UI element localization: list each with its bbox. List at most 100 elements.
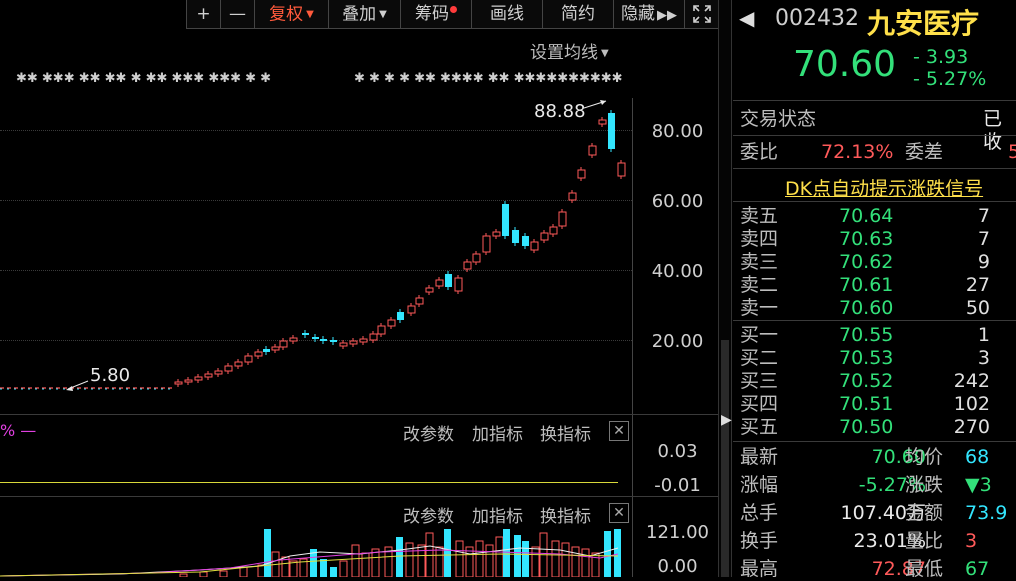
level-price: 70.60 [839, 297, 894, 319]
notification-dot-icon [450, 6, 457, 13]
level-volume: 9 [977, 251, 990, 273]
stat-value: 67 [965, 558, 990, 580]
zoom-out-button[interactable]: — [220, 0, 254, 29]
volume-chart [0, 529, 621, 577]
y-tick-label: 0.00 [657, 556, 698, 577]
level-label: 买一 [740, 324, 779, 346]
candle-body [204, 373, 213, 378]
weibi-value: 72.13% [821, 141, 894, 163]
divider [733, 201, 1016, 202]
level-label: 买四 [740, 393, 779, 415]
stat-value: 73.9 [965, 502, 1008, 524]
stat-row: 最高 72.87 最低 67 [733, 558, 1016, 581]
add-indicator-link[interactable]: 加指标 [472, 502, 523, 527]
sell-level-row[interactable]: 卖四 70.63 7 [733, 228, 1016, 251]
sell-level-row[interactable]: 卖二 70.61 27 [733, 274, 1016, 297]
level-price: 70.51 [839, 393, 894, 415]
stat-label: 金额 [905, 502, 944, 524]
candle-body [271, 346, 280, 351]
volume-bar [289, 560, 298, 577]
level-label: 卖四 [740, 228, 779, 250]
indicator-1-legend: % — [0, 421, 37, 440]
add-indicator-link[interactable]: 加指标 [472, 420, 523, 445]
candle-body [194, 376, 203, 381]
candle-body [435, 279, 444, 287]
back-arrow-icon[interactable]: ◀ [739, 6, 754, 30]
sell-level-row[interactable]: 卖三 70.62 9 [733, 251, 1016, 274]
volume-bar [371, 548, 380, 577]
stat-row: 换手 23.01% 量比 3 [733, 530, 1016, 553]
switch-indicator-link[interactable]: 换指标 [540, 502, 591, 527]
quote-panel: ◀ 002432 九安医疗 70.60 - 3.93 - 5.27% 交易状态 … [733, 0, 1016, 580]
volume-bar [396, 537, 403, 577]
volume-bar [361, 552, 370, 577]
panel-divider [0, 496, 718, 497]
y-tick-label: 121.00 [646, 522, 709, 543]
panel-splitter[interactable]: ▶ [718, 0, 732, 577]
yincang-button[interactable]: 隐藏 ▶▶ [613, 0, 684, 29]
last-price: 70.60 [793, 44, 897, 85]
panel-divider [0, 414, 718, 415]
level-volume: 270 [953, 416, 990, 438]
level-volume: 50 [965, 297, 990, 319]
y-tick-label: 0.03 [657, 441, 698, 462]
close-indicator-button[interactable]: ✕ [609, 503, 629, 523]
svg-text:✱ ✱ ✱ ✱ ✱✱ ✱✱✱✱ ✱✱ ✱✱✱✱✱✱✱✱✱✱: ✱ ✱ ✱ ✱ ✱✱ ✱✱✱✱ ✱✱ ✱✱✱✱✱✱✱✱✱✱ [354, 71, 623, 86]
volume-bar [219, 570, 228, 577]
volume-bar [571, 546, 580, 577]
candle-body [174, 381, 183, 385]
sell-level-row[interactable]: 卖一 70.60 50 [733, 297, 1016, 320]
weicha-value: 5 [1008, 141, 1016, 163]
candle-body [577, 169, 586, 179]
volume-bar [495, 536, 504, 577]
buy-level-row[interactable]: 买二 70.53 3 [733, 347, 1016, 370]
buy-level-row[interactable]: 买三 70.52 242 [733, 370, 1016, 393]
y-tick-label: 20.00 [651, 331, 704, 352]
splitter-scroll-thumb[interactable] [721, 340, 729, 577]
dk-signal-link[interactable]: DK点自动提示涨跌信号 [785, 174, 983, 201]
fuquan-dropdown[interactable]: 复权 ▼ [254, 0, 328, 29]
candle-body [445, 274, 452, 287]
volume-bar [257, 564, 266, 577]
indicator-1-line [0, 482, 618, 483]
candle-body [349, 340, 358, 345]
close-indicator-button[interactable]: ✕ [609, 421, 629, 441]
candle-body [369, 333, 378, 341]
candle-body [454, 277, 463, 292]
candle-body [263, 349, 270, 352]
candle-body [387, 319, 396, 327]
switch-indicator-link[interactable]: 换指标 [540, 420, 591, 445]
stat-label: 总手 [740, 502, 779, 524]
candle-body [377, 325, 386, 335]
jianyue-button[interactable]: 简约 [542, 0, 613, 29]
volume-bar [351, 544, 360, 577]
double-chevron-right-icon: ▶▶ [657, 8, 677, 23]
volume-bar [455, 540, 464, 577]
chouma-button[interactable]: 筹码 [400, 0, 471, 29]
level-price: 70.63 [839, 228, 894, 250]
collapse-arrow-icon[interactable]: ▶ [721, 412, 732, 428]
candle-body [359, 338, 368, 343]
level-price: 70.52 [839, 370, 894, 392]
candle-body [492, 231, 501, 237]
fullscreen-button[interactable] [684, 0, 718, 29]
stat-label: 最新 [740, 446, 779, 468]
change-params-link[interactable]: 改参数 [403, 420, 454, 445]
buy-level-row[interactable]: 买五 70.50 270 [733, 416, 1016, 439]
stat-value: ▼3 [965, 474, 992, 496]
buy-level-row[interactable]: 买四 70.51 102 [733, 393, 1016, 416]
level-label: 卖一 [740, 297, 779, 319]
buy-level-row[interactable]: 买一 70.55 1 [733, 324, 1016, 347]
huaxian-button[interactable]: 画线 [471, 0, 542, 29]
volume-bar [435, 546, 444, 577]
chevron-down-icon: ▼ [306, 9, 314, 20]
stat-row: 总手 107.40万 金额 73.9 [733, 502, 1016, 525]
candle-body [425, 287, 434, 293]
divider [733, 168, 1016, 169]
sell-level-row[interactable]: 卖五 70.64 7 [733, 205, 1016, 228]
level-label: 买五 [740, 416, 779, 438]
change-params-link[interactable]: 改参数 [403, 502, 454, 527]
zoom-in-button[interactable]: + [186, 0, 220, 29]
diejia-dropdown[interactable]: 叠加 ▼ [328, 0, 400, 29]
candle-body [588, 145, 597, 156]
